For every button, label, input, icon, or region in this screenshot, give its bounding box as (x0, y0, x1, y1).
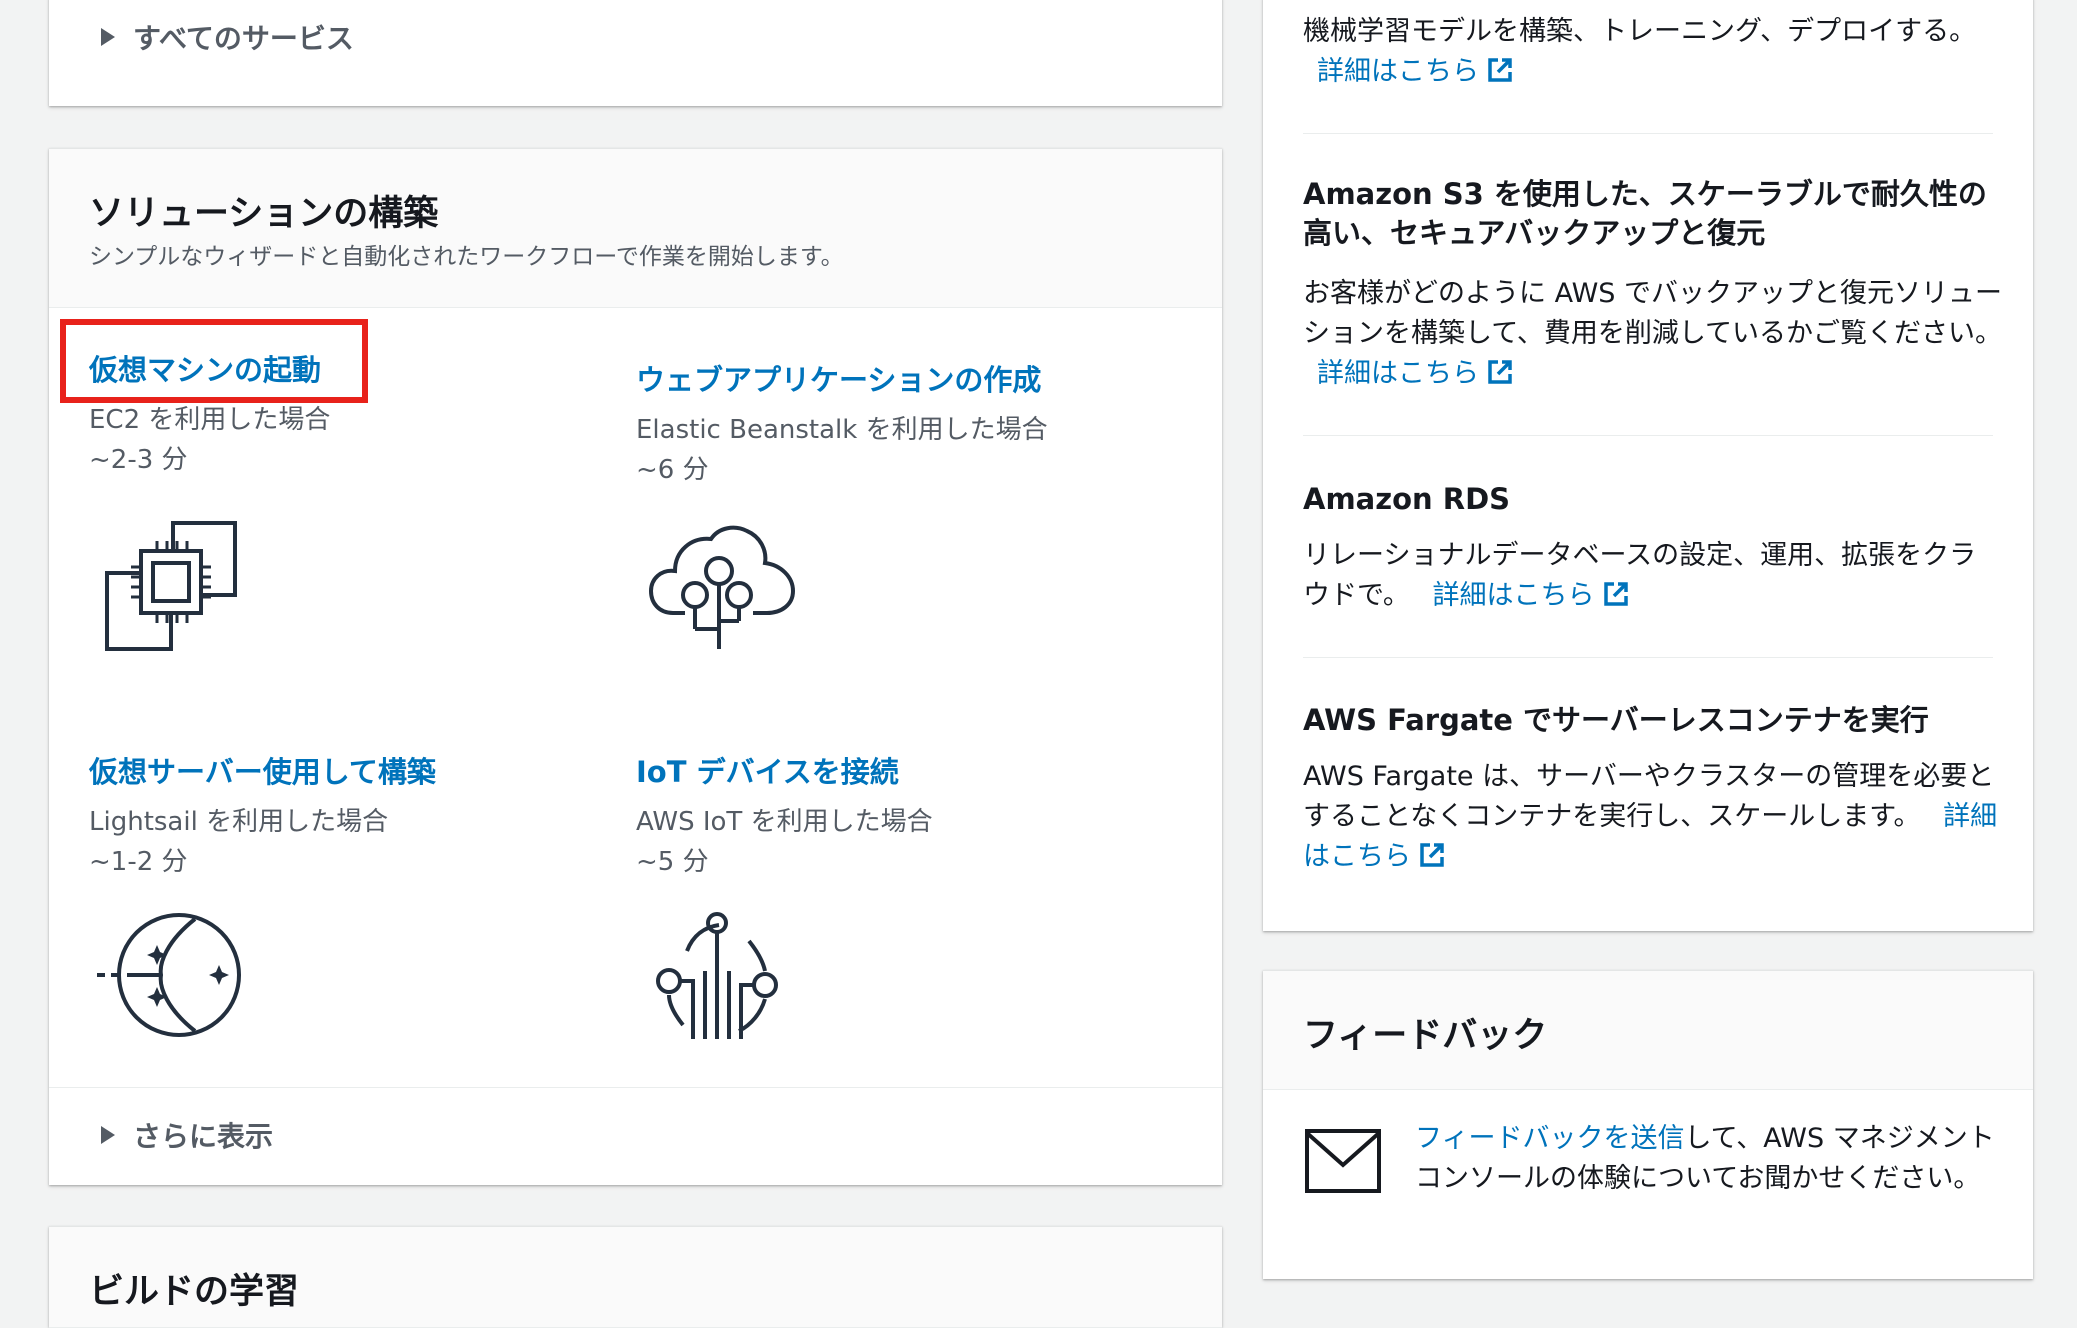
explore-item-3-link[interactable]: 詳細はこちら (1433, 580, 1629, 611)
feedback-title: フィードバック (1303, 1016, 1548, 1056)
explore-item-4: AWS Fargate は、サーバーやクラスターの管理を必要とすることなくコンテ… (1303, 757, 2003, 877)
explore-divider (1303, 133, 1993, 134)
iot-device-icon (656, 912, 778, 1039)
explore-item-1-body: 機械学習モデルを構築、トレーニング、デプロイする。 (1303, 16, 1977, 47)
envelope-icon (1305, 1129, 1381, 1193)
external-link-icon (1420, 843, 1444, 867)
solutions-title: ソリューションの構築 (89, 194, 439, 234)
caret-right-icon (101, 28, 115, 46)
connect-iot-via: AWS IoT を利用した場合 (636, 807, 933, 837)
explore-item-2: お客様がどのように AWS でバックアップと復元ソリューションを構築して、費用を… (1303, 274, 2003, 394)
beanstalk-cloud-icon (649, 525, 795, 649)
external-link-icon (1603, 582, 1628, 606)
build-virtual-server-link[interactable]: 仮想サーバー使用して構築 (89, 749, 436, 791)
explore-item-3-title: Amazon RDS (1303, 482, 1511, 516)
all-services-label: すべてのサービス (133, 22, 354, 55)
build-learning-title: ビルドの学習 (89, 1272, 300, 1312)
solutions-header: ソリューションの構築 シンプルなウィザードと自動化されたワークフローで作業を開始… (49, 149, 1222, 308)
connect-iot-link[interactable]: IoT デバイスを接続 (636, 749, 899, 791)
ec2-chip-icon (105, 521, 237, 651)
solutions-card: ソリューションの構築 シンプルなウィザードと自動化されたワークフローで作業を開始… (49, 148, 1222, 1185)
build-virtual-server-time: ~1-2 分 (89, 847, 188, 877)
explore-item-3-body: リレーショナルデータベースの設定、運用、拡張をクラウドで。 (1303, 540, 1977, 611)
explore-item-2-body: お客様がどのように AWS でバックアップと復元ソリューションを構築して、費用を… (1303, 278, 2003, 349)
all-services-toggle[interactable]: すべてのサービス (101, 17, 354, 57)
feedback-message: フィードバックを送信して、AWS マネジメントコンソールの体験についてお聞かせく… (1415, 1119, 2005, 1199)
explore-item-4-body: AWS Fargate は、サーバーやクラスターの管理を必要とすることなくコンテ… (1303, 761, 1995, 832)
launch-vm-link[interactable]: 仮想マシンの起動 (89, 347, 321, 389)
feedback-card: フィードバック フィードバックを送信して、AWS マネジメントコンソールの体験に… (1263, 970, 2033, 1279)
explore-item-2-link[interactable]: 詳細はこちら (1317, 358, 1513, 389)
explore-divider (1303, 435, 1993, 436)
build-learning-card: ビルドの学習 (49, 1226, 1222, 1328)
send-feedback-link[interactable]: フィードバックを送信 (1415, 1123, 1684, 1154)
explore-item-4-title: AWS Fargate でサーバーレスコンテナを実行 (1303, 703, 1929, 737)
explore-item-3: リレーショナルデータベースの設定、運用、拡張をクラウドで。 詳細はこちら (1303, 536, 2003, 616)
launch-vm-time: ~2-3 分 (89, 445, 188, 475)
create-web-app-link[interactable]: ウェブアプリケーションの作成 (636, 357, 1041, 399)
lightsail-icon (97, 913, 241, 1037)
create-web-app-time: ~6 分 (636, 455, 709, 485)
explore-item-1: 機械学習モデルを構築、トレーニング、デプロイする。 詳細はこちら (1303, 12, 2003, 92)
caret-right-icon (101, 1126, 115, 1144)
explore-item-2-title: Amazon S3 を使用した、スケーラブルで耐久性の高い、セキュアバックアップ… (1303, 177, 1987, 250)
external-link-icon (1488, 360, 1512, 384)
explore-item-1-link[interactable]: 詳細はこちら (1317, 56, 1513, 87)
all-services-card: すべてのサービス (49, 0, 1222, 106)
build-virtual-server-via: Lightsail を利用した場合 (89, 807, 389, 837)
external-link-icon (1488, 58, 1512, 82)
create-web-app-via: Elastic Beanstalk を利用した場合 (636, 415, 1048, 445)
connect-iot-time: ~5 分 (636, 847, 709, 877)
solutions-footer-divider (49, 1087, 1222, 1088)
launch-vm-via: EC2 を利用した場合 (89, 405, 331, 435)
feedback-header: フィードバック (1263, 971, 2033, 1090)
explore-divider (1303, 657, 1993, 658)
show-more-label: さらに表示 (133, 1120, 274, 1153)
show-more-toggle[interactable]: さらに表示 (101, 1115, 273, 1155)
solutions-subtitle: シンプルなウィザードと自動化されたワークフローで作業を開始します。 (89, 244, 844, 270)
